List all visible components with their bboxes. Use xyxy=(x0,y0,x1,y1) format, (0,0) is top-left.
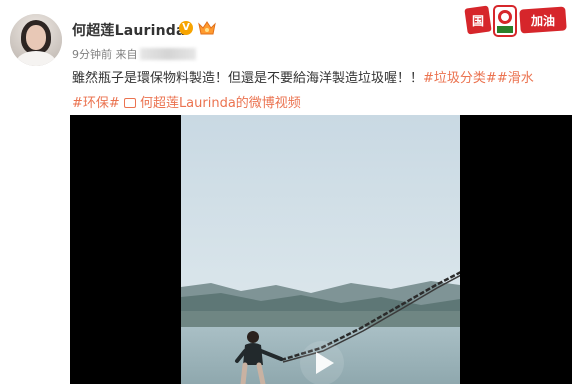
post-body-text: 雖然瓶子是環保物料製造！但還是不要給海洋製造垃圾喔！！ xyxy=(72,71,424,86)
play-icon xyxy=(316,352,334,374)
username[interactable]: 何超莲Laurinda xyxy=(72,20,186,40)
video-player[interactable] xyxy=(70,115,572,384)
member-crown-icon[interactable] xyxy=(197,20,217,36)
play-button[interactable] xyxy=(300,341,344,384)
avatar[interactable] xyxy=(10,14,62,66)
post-meta: 9分钟前 来自 xyxy=(72,46,196,62)
svg-text:加油: 加油 xyxy=(530,13,555,28)
post-time: 9分钟前 来自 xyxy=(72,48,138,61)
video-link-label: 何超莲Laurinda的微博视频 xyxy=(139,96,301,111)
hashtag-waterskiing[interactable]: #滑水 xyxy=(497,71,534,86)
source-blurred xyxy=(139,48,196,60)
video-camera-icon xyxy=(123,98,136,108)
promo-badge[interactable]: 国 加油 xyxy=(464,4,570,38)
video-link[interactable]: 何超莲Laurinda的微博视频 xyxy=(123,96,301,111)
svg-text:国: 国 xyxy=(472,14,484,28)
verified-v-icon: V xyxy=(179,21,193,35)
post-content: 雖然瓶子是環保物料製造！但還是不要給海洋製造垃圾喔！！#垃圾分类##滑水 #环保… xyxy=(72,66,572,116)
hashtag-garbage-sorting[interactable]: #垃圾分类# xyxy=(423,71,497,86)
hashtag-environment[interactable]: #环保# xyxy=(72,96,120,111)
